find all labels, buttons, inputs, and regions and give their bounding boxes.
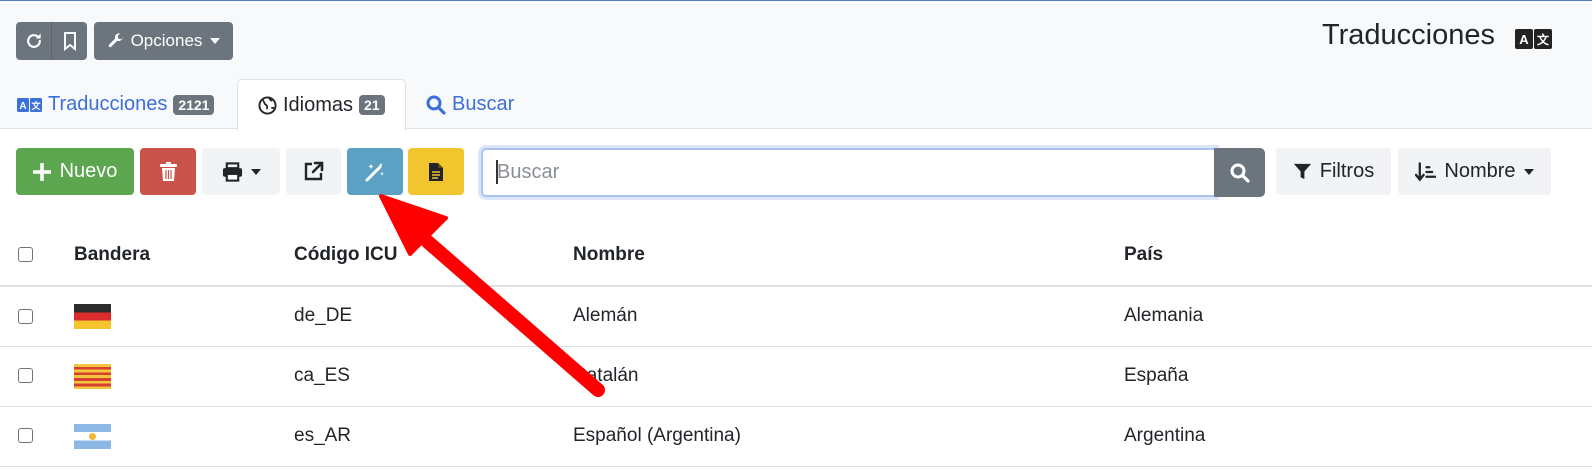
reload-button[interactable] xyxy=(16,22,52,60)
svg-text:A: A xyxy=(1519,32,1529,47)
text-cursor xyxy=(496,160,498,184)
external-link-icon xyxy=(304,161,324,181)
document-button[interactable] xyxy=(408,148,464,195)
plus-icon xyxy=(32,162,51,181)
svg-text:文: 文 xyxy=(1537,32,1550,47)
svg-text:A: A xyxy=(19,101,26,112)
tab-traducciones[interactable]: A 文 Traducciones 2121 xyxy=(17,79,215,130)
new-button[interactable]: Nuevo xyxy=(16,148,134,195)
table-row[interactable]: ca_ES Catalán España xyxy=(0,346,1592,407)
filters-button[interactable]: Filtros xyxy=(1276,148,1391,195)
new-button-label: Nuevo xyxy=(59,160,118,182)
code-cell[interactable]: de_DE xyxy=(293,286,572,347)
column-header-nombre[interactable]: Nombre xyxy=(572,224,1123,287)
tab-buscar[interactable]: Buscar xyxy=(426,79,514,130)
tab-label: Idiomas xyxy=(283,93,354,116)
globe-icon xyxy=(258,95,277,115)
name-cell[interactable]: Alemán xyxy=(572,286,1123,347)
search-icon xyxy=(1230,163,1250,183)
row-checkbox[interactable] xyxy=(18,368,33,384)
column-header-bandera[interactable]: Bandera xyxy=(73,224,293,287)
table-row[interactable]: de_DE Alemán Alemania xyxy=(0,286,1592,347)
page-title: Traducciones xyxy=(1321,19,1495,51)
search-button[interactable] xyxy=(1214,148,1265,197)
languages-table: Bandera Código ICU Nombre País de_DE Ale… xyxy=(0,224,1592,467)
count-badge: 21 xyxy=(359,95,385,115)
chevron-down-icon xyxy=(250,168,261,175)
reload-icon xyxy=(26,33,41,48)
name-cell[interactable]: Español (Argentina) xyxy=(572,406,1123,467)
table-row[interactable]: es_AR Español (Argentina) Argentina xyxy=(0,406,1592,467)
table-header-row: Bandera Código ICU Nombre País xyxy=(0,224,1592,287)
top-bar: Opciones Traducciones A 文 A 文 Traduccion… xyxy=(0,0,1592,131)
language-icon: A 文 xyxy=(1515,29,1552,49)
country-cell[interactable]: Alemania xyxy=(1123,286,1592,347)
bookmark-icon xyxy=(63,32,76,51)
search-input[interactable] xyxy=(481,148,1216,197)
sort-dropdown-button[interactable]: Nombre xyxy=(1398,148,1551,195)
chevron-down-icon xyxy=(210,38,221,44)
column-header-pais[interactable]: País xyxy=(1123,224,1592,287)
magic-wand-icon xyxy=(365,162,384,181)
wrench-icon xyxy=(108,33,124,48)
svg-text:文: 文 xyxy=(30,100,41,112)
flag-cell xyxy=(73,286,293,347)
row-checkbox[interactable] xyxy=(18,308,33,324)
tab-label: Buscar xyxy=(452,93,515,115)
code-cell[interactable]: es_AR xyxy=(293,406,572,467)
filter-icon xyxy=(1293,163,1311,180)
row-select-cell xyxy=(0,286,73,347)
row-select-cell xyxy=(0,346,73,407)
column-header-codigo[interactable]: Código ICU xyxy=(293,224,572,287)
filters-label: Filtros xyxy=(1319,160,1375,182)
options-dropdown-button[interactable]: Opciones xyxy=(94,22,233,60)
bookmark-button[interactable] xyxy=(52,22,87,60)
export-button[interactable] xyxy=(286,148,341,195)
trash-icon xyxy=(159,162,177,181)
tab-idiomas[interactable]: Idiomas 21 xyxy=(237,79,406,131)
count-badge: 2121 xyxy=(173,94,215,115)
chevron-down-icon xyxy=(1523,168,1534,175)
reload-bookmark-group xyxy=(16,22,87,60)
language-icon: A 文 xyxy=(17,97,42,112)
flag-cell xyxy=(73,406,293,467)
magic-wand-button[interactable] xyxy=(347,148,403,195)
sort-label: Nombre xyxy=(1444,160,1516,182)
printer-icon xyxy=(222,161,242,182)
sort-icon xyxy=(1415,161,1437,181)
delete-button[interactable] xyxy=(140,148,196,195)
country-cell[interactable]: Argentina xyxy=(1123,406,1592,467)
flag-catalonia-icon xyxy=(74,363,111,389)
name-cell[interactable]: Catalán xyxy=(572,346,1123,407)
country-cell[interactable]: España xyxy=(1123,346,1592,407)
print-dropdown-button[interactable] xyxy=(202,148,280,195)
flag-germany-icon xyxy=(74,303,111,329)
row-select-cell xyxy=(0,406,73,467)
options-label: Opciones xyxy=(130,31,203,50)
flag-cell xyxy=(73,346,293,407)
select-all-cell xyxy=(0,224,73,287)
search-icon xyxy=(426,95,446,115)
file-icon xyxy=(429,162,443,181)
row-checkbox[interactable] xyxy=(18,428,33,444)
tab-label: Traducciones xyxy=(48,93,168,115)
select-all-checkbox[interactable] xyxy=(18,246,33,262)
flag-argentina-icon xyxy=(74,423,111,449)
code-cell[interactable]: ca_ES xyxy=(293,346,572,407)
